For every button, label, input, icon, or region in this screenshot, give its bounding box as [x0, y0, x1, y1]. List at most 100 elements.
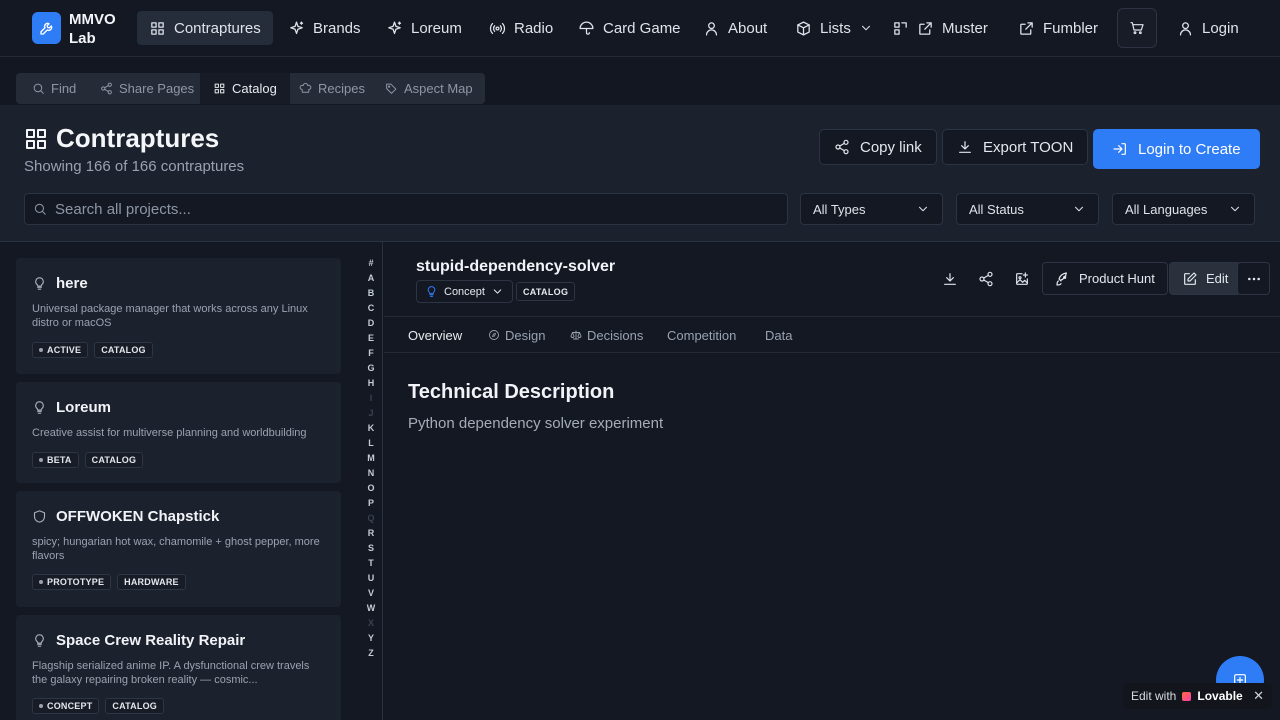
subnav-find[interactable]: Find	[20, 73, 88, 104]
types-value: All Types	[813, 201, 866, 217]
search-icon	[34, 203, 46, 215]
list-item[interactable]: Loreum Creative assist for multiverse pl…	[16, 382, 341, 483]
external-link-icon	[1020, 21, 1033, 35]
alphabet-letter[interactable]: T	[368, 556, 374, 571]
card-title: Loreum	[32, 399, 111, 416]
alphabet-letter[interactable]: G	[367, 361, 374, 376]
nav-label: Lists	[820, 19, 851, 37]
external-link-icon	[919, 21, 932, 35]
more-button[interactable]	[1237, 262, 1270, 295]
alphabet-letter[interactable]: V	[368, 586, 374, 601]
subnav-aspect-map[interactable]: Aspect Map	[373, 73, 485, 104]
tab-design[interactable]: Design	[488, 317, 545, 353]
edit-icon	[1184, 271, 1197, 285]
umbrella-icon	[579, 20, 594, 35]
login-to-create-button[interactable]: Login to Create	[1093, 129, 1260, 169]
list-item[interactable]: here Universal package manager that work…	[16, 258, 341, 374]
alphabet-letter[interactable]: E	[368, 331, 374, 346]
compass-icon	[489, 330, 499, 340]
export-toon-button[interactable]: Export TOON	[942, 129, 1089, 165]
card-title: OFFWOKEN Chapstick	[32, 508, 219, 525]
alphabet-letter[interactable]: O	[367, 481, 374, 496]
alphabet-letter[interactable]: K	[368, 421, 375, 436]
tab-label: Design	[505, 327, 546, 343]
nav-label: Card Game	[603, 19, 681, 37]
nav-lists[interactable]: Lists	[783, 11, 885, 45]
alphabet-letter[interactable]: L	[368, 436, 374, 451]
lovable-badge[interactable]: Edit with Lovable ✕	[1123, 683, 1272, 709]
nav-card-game[interactable]: Card Game	[566, 11, 693, 45]
alphabet-letter[interactable]: F	[368, 346, 374, 361]
types-select[interactable]: All Types	[800, 193, 943, 225]
copy-link-button[interactable]: Copy link	[819, 129, 937, 165]
alphabet-letter[interactable]: P	[368, 496, 374, 511]
edit-button[interactable]: Edit	[1169, 262, 1242, 295]
nav-brands[interactable]: Brands	[276, 11, 373, 45]
radio-icon	[489, 22, 506, 34]
nav-fumbler[interactable]: Fumbler	[1006, 11, 1110, 45]
download-button[interactable]	[938, 267, 962, 291]
card-description: Flagship serialized anime IP. A dysfunct…	[32, 660, 310, 686]
close-icon[interactable]: ✕	[1253, 688, 1264, 704]
login-create-label: Login to Create	[1138, 140, 1241, 158]
languages-select[interactable]: All Languages	[1112, 193, 1255, 225]
cart-button[interactable]	[1117, 8, 1157, 48]
nav-contraptures[interactable]: Contraptures	[137, 11, 273, 45]
status-badge: BETA	[32, 452, 79, 468]
tab-competition[interactable]: Competition	[667, 317, 736, 353]
page-title: Contraptures	[24, 123, 219, 154]
list-item[interactable]: OFFWOKEN Chapstick spicy; hungarian hot …	[16, 491, 341, 607]
alphabet-letter[interactable]: Z	[368, 646, 374, 661]
tab-data[interactable]: Data	[765, 317, 792, 353]
nav-radio[interactable]: Radio	[477, 11, 565, 45]
rocket-icon	[1056, 271, 1067, 286]
add-image-button[interactable]	[1010, 267, 1034, 291]
alphabet-letter[interactable]: M	[367, 451, 375, 466]
status-badge: PROTOTYPE	[32, 574, 112, 590]
alphabet-letter[interactable]: C	[368, 301, 375, 316]
search-field[interactable]	[24, 193, 788, 225]
tab-label: Competition	[667, 327, 737, 343]
alphabet-letter[interactable]: #	[368, 256, 373, 271]
chef-hat-icon	[299, 82, 312, 93]
share-icon	[101, 82, 112, 95]
alphabet-letter[interactable]: R	[368, 526, 375, 541]
nav-label: Radio	[514, 19, 554, 37]
nav-about[interactable]: About	[691, 11, 779, 45]
wrench-icon[interactable]	[32, 12, 61, 44]
grid-icon	[151, 21, 164, 35]
logo-text[interactable]: MMVO Lab	[69, 10, 129, 48]
alphabet-letter[interactable]: Y	[368, 631, 374, 646]
login-button[interactable]: Login	[1165, 11, 1251, 45]
box-icon	[797, 20, 810, 36]
product-hunt-button[interactable]: Product Hunt	[1042, 262, 1168, 295]
alphabet-letter[interactable]: D	[368, 316, 375, 331]
category-badge: HARDWARE	[117, 574, 186, 590]
sparkles-icon	[290, 20, 304, 34]
lovable-brand: Lovable	[1197, 689, 1243, 703]
card-title-text: OFFWOKEN Chapstick	[56, 508, 220, 525]
stage-select[interactable]: Concept	[416, 280, 513, 303]
alphabet-letter[interactable]: U	[368, 571, 375, 586]
alphabet-letter[interactable]: W	[367, 601, 376, 616]
scale-icon	[570, 330, 582, 340]
export-label: Export TOON	[983, 138, 1074, 156]
tab-overview[interactable]: Overview	[408, 317, 462, 353]
tab-decisions[interactable]: Decisions	[570, 317, 643, 353]
subnav-catalog[interactable]: Catalog	[200, 73, 290, 104]
search-input[interactable]	[55, 200, 755, 218]
alphabet-letter[interactable]: S	[368, 541, 374, 556]
alphabet-letter[interactable]: B	[368, 286, 375, 301]
alphabet-letter[interactable]: N	[368, 466, 375, 481]
alphabet-letter[interactable]: A	[368, 271, 375, 286]
nav-loreum[interactable]: Loreum	[374, 11, 474, 45]
subnav-recipes[interactable]: Recipes	[287, 73, 377, 104]
alphabet-letter[interactable]: H	[368, 376, 375, 391]
share-button[interactable]	[974, 267, 998, 291]
subnav-share-pages[interactable]: Share Pages	[88, 73, 206, 104]
status-select[interactable]: All Status	[956, 193, 1099, 225]
category-badge: CATALOG	[516, 282, 576, 301]
share-icon	[979, 271, 993, 287]
list-item[interactable]: Space Crew Reality Repair Flagship seria…	[16, 615, 341, 720]
nav-muster[interactable]: Muster	[880, 11, 1000, 45]
